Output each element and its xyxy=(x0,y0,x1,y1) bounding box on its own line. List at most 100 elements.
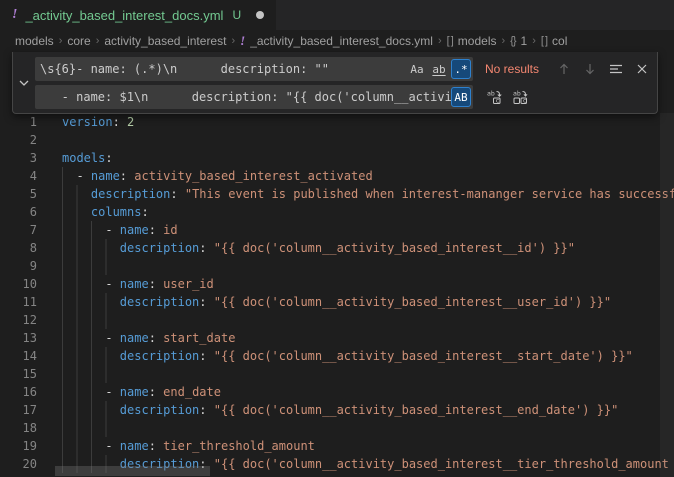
replace-all-button[interactable]: ab c xyxy=(509,86,531,108)
code-line-11[interactable]: description: "{{ doc('column__activity_b… xyxy=(62,293,674,311)
code-line-6[interactable]: columns: xyxy=(62,203,674,221)
line-number[interactable]: 2 xyxy=(0,131,62,149)
replace-input[interactable]: - name: $1\n description: "{{ doc('colum… xyxy=(35,85,473,109)
tab-activity-docs[interactable]: ! _activity_based_interest_docs.yml U xyxy=(0,0,277,30)
breadcrumb-label: models xyxy=(15,34,54,48)
code-line-8[interactable]: description: "{{ doc('column__activity_b… xyxy=(62,239,674,257)
next-match-button[interactable] xyxy=(579,58,601,80)
token-key: version xyxy=(62,115,113,129)
replace-options: AB xyxy=(451,87,471,107)
breadcrumb: models›core›activity_based_interest›!_ac… xyxy=(0,30,674,52)
line-number[interactable]: 6 xyxy=(0,203,62,221)
vertical-scrollbar[interactable] xyxy=(660,113,674,477)
token-punc: : xyxy=(141,205,148,219)
token-punc: : xyxy=(170,187,177,201)
token-str: "{{ doc('column__activity_based_interest… xyxy=(214,403,619,417)
line-number[interactable]: 4 xyxy=(0,167,62,185)
line-number[interactable]: 8 xyxy=(0,239,62,257)
line-number[interactable]: 16 xyxy=(0,383,62,401)
line-number[interactable]: 1 xyxy=(0,113,62,131)
find-replace-widget: \s{6}- name: (.*)\n description: "" Aa a… xyxy=(12,52,658,114)
indent-guides xyxy=(62,437,105,455)
close-icon xyxy=(634,61,650,77)
line-number[interactable]: 5 xyxy=(0,185,62,203)
replace-value-text: - name: $1\n description: "{{ doc('colum… xyxy=(40,90,468,104)
unsaved-changes-dot-icon[interactable] xyxy=(256,11,264,19)
code-line-15[interactable] xyxy=(62,365,674,383)
code-line-5[interactable]: description: "This event is published wh… xyxy=(62,185,674,203)
token-punc: : xyxy=(113,115,120,129)
breadcrumb-separator-icon: › xyxy=(231,35,235,47)
indent-guides xyxy=(62,185,91,203)
breadcrumb-item--activity-based-interest-docs-yml[interactable]: !_activity_based_interest_docs.yml xyxy=(240,33,433,49)
match-case-toggle[interactable]: Aa xyxy=(407,59,427,79)
replace-button[interactable]: ab c xyxy=(483,86,505,108)
code-line-13[interactable]: - name: start_date xyxy=(62,329,674,347)
code-line-17[interactable]: description: "{{ doc('column__activity_b… xyxy=(62,401,674,419)
regex-toggle[interactable]: .* xyxy=(451,59,471,79)
line-number[interactable]: 15 xyxy=(0,365,62,383)
line-number[interactable]: 3 xyxy=(0,149,62,167)
token-plain xyxy=(207,349,214,363)
token-punc: : xyxy=(105,151,112,165)
token-str: user_id xyxy=(163,277,214,291)
breadcrumb-item-models[interactable]: models xyxy=(15,34,54,48)
code-line-7[interactable]: - name: id xyxy=(62,221,674,239)
code-line-16[interactable]: - name: end_date xyxy=(62,383,674,401)
preserve-case-toggle[interactable]: AB xyxy=(451,87,471,107)
token-punc: : xyxy=(199,403,206,417)
breadcrumb-separator-icon: › xyxy=(532,35,536,47)
breadcrumb-item-models[interactable]: [ ]models xyxy=(447,34,497,48)
toggle-replace-button[interactable] xyxy=(13,52,35,113)
code-line-19[interactable]: - name: tier_threshold_amount xyxy=(62,437,674,455)
token-str: "{{ doc('column__activity_based_interest… xyxy=(214,349,633,363)
token-str: "This event is published when interest-m… xyxy=(185,187,674,201)
code-content: version: 2 models:- name: activity_based_… xyxy=(62,113,674,477)
token-plain xyxy=(207,295,214,309)
line-number[interactable]: 7 xyxy=(0,221,62,239)
code-line-2[interactable] xyxy=(62,131,674,149)
arrow-up-icon xyxy=(556,61,572,77)
code-line-1[interactable]: version: 2 xyxy=(62,113,674,131)
find-in-selection-button[interactable] xyxy=(605,58,627,80)
find-query-text: \s{6}- name: (.*)\n description: "" xyxy=(40,62,468,76)
line-number[interactable]: 13 xyxy=(0,329,62,347)
token-str: end_date xyxy=(163,385,221,399)
yaml-file-icon: ! xyxy=(12,7,17,23)
line-number[interactable]: 17 xyxy=(0,401,62,419)
indent-guides xyxy=(62,257,120,275)
line-number[interactable]: 18 xyxy=(0,419,62,437)
line-number[interactable]: 11 xyxy=(0,293,62,311)
close-find-widget-button[interactable] xyxy=(631,58,653,80)
breadcrumb-label: models xyxy=(458,34,497,48)
vscode-window: ! _activity_based_interest_docs.yml U mo… xyxy=(0,0,674,477)
token-str: "{{ doc('column__activity_based_interest… xyxy=(214,295,611,309)
find-input[interactable]: \s{6}- name: (.*)\n description: "" Aa a… xyxy=(35,57,473,81)
breadcrumb-item-core[interactable]: core xyxy=(67,34,90,48)
previous-match-button[interactable] xyxy=(553,58,575,80)
code-line-4[interactable]: - name: activity_based_interest_activate… xyxy=(62,167,674,185)
whole-word-toggle[interactable]: ab xyxy=(429,59,449,79)
line-number[interactable]: 14 xyxy=(0,347,62,365)
code-line-14[interactable]: description: "{{ doc('column__activity_b… xyxy=(62,347,674,365)
code-line-12[interactable] xyxy=(62,311,674,329)
token-str: "{{ doc('column__activity_based_interest… xyxy=(214,241,575,255)
breadcrumb-item-col[interactable]: [ ]col xyxy=(541,34,568,48)
indent-guides xyxy=(62,221,105,239)
token-punc: : xyxy=(149,223,156,237)
code-line-18[interactable] xyxy=(62,419,674,437)
line-number[interactable]: 10 xyxy=(0,275,62,293)
code-line-10[interactable]: - name: user_id xyxy=(62,275,674,293)
line-number[interactable]: 12 xyxy=(0,311,62,329)
breadcrumb-item-1[interactable]: {}1 xyxy=(510,34,527,48)
line-number[interactable]: 20 xyxy=(0,455,62,473)
line-number[interactable]: 19 xyxy=(0,437,62,455)
code-line-3[interactable]: models: xyxy=(62,149,674,167)
code-line-9[interactable] xyxy=(62,257,674,275)
token-str: "{{ doc('column__activity_based_interest… xyxy=(214,457,669,471)
yaml-file-icon: ! xyxy=(240,33,245,49)
horizontal-scrollbar-thumb[interactable] xyxy=(55,466,210,476)
line-number[interactable]: 9 xyxy=(0,257,62,275)
breadcrumb-item-activity-based-interest[interactable]: activity_based_interest xyxy=(104,34,226,48)
token-key: name xyxy=(120,223,149,237)
